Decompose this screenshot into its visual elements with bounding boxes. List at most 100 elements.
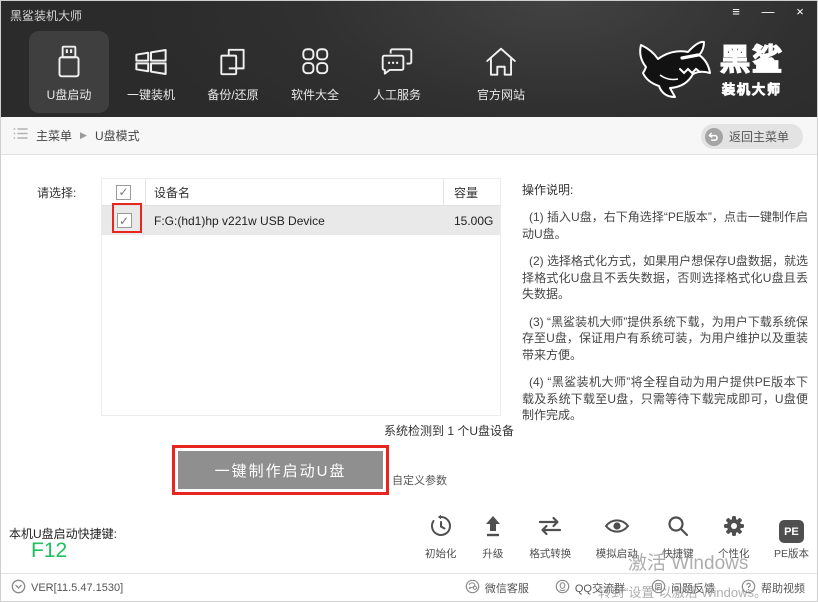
tool-label: 个性化 — [718, 548, 750, 560]
footer-tools: 初始化 升级 格式转换 模拟启动 快捷键 个性化 PE PE版本 — [425, 514, 809, 561]
status-links: 微信客服 QQ交流群 问题反馈 帮助视频 — [465, 574, 805, 601]
device-row[interactable]: ✓ F:G:(hd1)hp v221w USB Device 15.00G — [102, 206, 500, 235]
brand-logotype: 黑鲨 装机大师 — [719, 43, 784, 98]
toolbar-item-label: 官方网站 — [476, 87, 525, 102]
brand-logo: 黑鲨 装机大师 — [632, 31, 807, 111]
instruction-step-4: (4) “黑鲨装机大师”将全程自动为用户提供PE版本下载及系统下载至U盘，只需等… — [522, 375, 808, 422]
breadcrumb-arrow-icon: ▶ — [80, 130, 87, 140]
toolbar-item-label: U盘启动 — [46, 87, 92, 102]
breadcrumb-current: U盘模式 — [94, 129, 140, 143]
format-convert-icon — [537, 514, 563, 543]
tool-label: 快捷键 — [662, 548, 694, 560]
copy-pages-icon — [216, 42, 250, 82]
boot-hotkey-value: F12 — [31, 539, 68, 562]
menu-icon[interactable]: ≡ — [727, 3, 745, 21]
tool-upgrade[interactable]: 升级 — [481, 514, 505, 561]
usb-drive-icon — [52, 42, 86, 82]
app-grid-icon — [298, 42, 332, 82]
initialize-icon — [429, 514, 453, 543]
logo-title: 黑鲨 — [719, 43, 784, 77]
window-title: 黑鲨装机大师 — [10, 9, 83, 23]
status-link-label: 问题反馈 — [671, 583, 715, 595]
toolbar-item-software-collection[interactable]: 软件大全 — [275, 31, 355, 113]
list-icon — [13, 127, 28, 145]
tool-label: 初始化 — [425, 548, 457, 560]
device-name: F:G:(hd1)hp v221w USB Device — [154, 213, 325, 228]
instructions-title: 操作说明: — [522, 183, 574, 197]
toolbar-item-backup-restore[interactable]: 备份/还原 — [193, 31, 273, 113]
header: 黑鲨装机大师 ≡ — × U盘启动 一键装机 备份/还原 软件大全 人工服务 官… — [1, 1, 817, 117]
status-link-label: 微信客服 — [484, 583, 529, 595]
instruction-step-2: (2) 选择格式化方式，如果用户想保存U盘数据，就选择格式化U盘且不丢失数据，否… — [522, 254, 808, 301]
header-checkbox-cell: ✓ — [102, 179, 146, 205]
magnifier-icon — [666, 514, 690, 543]
toolbar-item-official-website[interactable]: 官方网站 — [461, 31, 541, 113]
status-link-label: QQ交流群 — [574, 583, 625, 595]
upgrade-icon — [481, 514, 505, 543]
tool-initialize[interactable]: 初始化 — [425, 514, 457, 561]
toolbar-item-label: 备份/还原 — [207, 87, 259, 102]
eye-icon — [604, 514, 630, 543]
breadcrumb-bar: 主菜单 ▶ U盘模式 返回主菜单 — [1, 117, 817, 155]
home-icon — [483, 42, 519, 82]
tool-label: PE版本 — [773, 548, 809, 560]
tool-label: 升级 — [482, 548, 504, 560]
detect-status-text: 系统检测到 1 个U盘设备 — [384, 424, 515, 438]
breadcrumb-main-menu[interactable]: 主菜单 — [36, 127, 72, 144]
instructions-panel: 操作说明: (1) 插入U盘，右下角选择“PE版本”，点击一键制作启动U盘。 (… — [522, 181, 808, 424]
tool-label: 模拟启动 — [595, 548, 638, 560]
device-checkbox[interactable]: ✓ — [116, 213, 132, 228]
tool-simulate-boot[interactable]: 模拟启动 — [596, 514, 638, 561]
feedback-link[interactable]: 问题反馈 — [651, 579, 715, 597]
tool-hotkeys[interactable]: 快捷键 — [662, 514, 694, 561]
version-text: VER[11.5.47.1530] — [31, 582, 124, 594]
close-icon[interactable]: × — [791, 3, 809, 21]
feedback-icon — [651, 579, 666, 597]
minimize-icon[interactable]: — — [759, 3, 777, 21]
make-boot-usb-button[interactable]: 一键制作启动U盘 — [178, 451, 383, 489]
select-label: 请选择: — [37, 186, 77, 200]
logo-subtitle: 装机大师 — [721, 81, 782, 97]
statusbar: VER[11.5.47.1530] 微信客服 QQ交流群 问题反馈 帮助视频 — [1, 573, 817, 601]
shark-mascot-icon — [632, 33, 718, 110]
wechat-icon — [465, 579, 480, 597]
select-all-checkbox[interactable]: ✓ — [116, 184, 131, 200]
toolbar-item-label: 软件大全 — [290, 87, 339, 102]
pe-badge-icon: PE — [778, 520, 804, 543]
toolbar-item-label: 人工服务 — [372, 87, 421, 102]
tool-format-convert[interactable]: 格式转换 — [529, 514, 571, 561]
return-main-menu-button[interactable]: 返回主菜单 — [700, 124, 803, 149]
chat-bubbles-icon — [379, 42, 415, 82]
capacity-header: 容量 — [454, 185, 479, 200]
version-chevron-icon — [11, 579, 26, 597]
help-icon — [741, 579, 756, 597]
qq-icon — [555, 579, 570, 597]
toolbar-item-one-key-install[interactable]: 一键装机 — [111, 31, 191, 113]
device-name-header: 设备名 — [146, 179, 444, 205]
instruction-step-1: (1) 插入U盘，右下角选择“PE版本”，点击一键制作启动U盘。 — [522, 210, 808, 241]
return-main-menu-label: 返回主菜单 — [728, 130, 789, 144]
custom-params-link[interactable]: 自定义参数 — [392, 472, 447, 488]
toolbar-item-usb-boot[interactable]: U盘启动 — [29, 31, 109, 113]
status-link-label: 帮助视频 — [761, 583, 805, 595]
help-video-link[interactable]: 帮助视频 — [741, 579, 805, 597]
gear-icon — [722, 514, 746, 543]
breadcrumb: 主菜单 ▶ U盘模式 — [13, 117, 140, 154]
app-window: 黑鲨装机大师 ≡ — × U盘启动 一键装机 备份/还原 软件大全 人工服务 官… — [0, 0, 818, 602]
toolbar-item-manual-service[interactable]: 人工服务 — [357, 31, 437, 113]
tool-personalize[interactable]: 个性化 — [718, 514, 750, 561]
wechat-service-link[interactable]: 微信客服 — [465, 579, 529, 597]
window-controls: ≡ — × — [727, 3, 809, 21]
titlebar: 黑鲨装机大师 ≡ — × — [1, 1, 817, 26]
device-table: ✓ 设备名 容量 ✓ F:G:(hd1)hp v221w USB Device … — [101, 178, 501, 416]
back-arrow-icon — [704, 127, 723, 146]
main-toolbar: U盘启动 一键装机 备份/还原 软件大全 人工服务 官方网站 — [29, 31, 543, 113]
tool-label: 格式转换 — [529, 548, 572, 560]
device-capacity: 15.00G — [454, 213, 494, 228]
qq-group-link[interactable]: QQ交流群 — [555, 579, 625, 597]
tool-pe-version[interactable]: PE PE版本 — [774, 520, 809, 561]
windows-icon — [133, 42, 169, 82]
instruction-step-3: (3) “黑鲨装机大师”提供系统下载，为用户下载系统保存至U盘，保证用户有系统可… — [522, 314, 808, 362]
device-table-header: ✓ 设备名 容量 — [102, 179, 500, 206]
version-info[interactable]: VER[11.5.47.1530] — [11, 574, 124, 601]
